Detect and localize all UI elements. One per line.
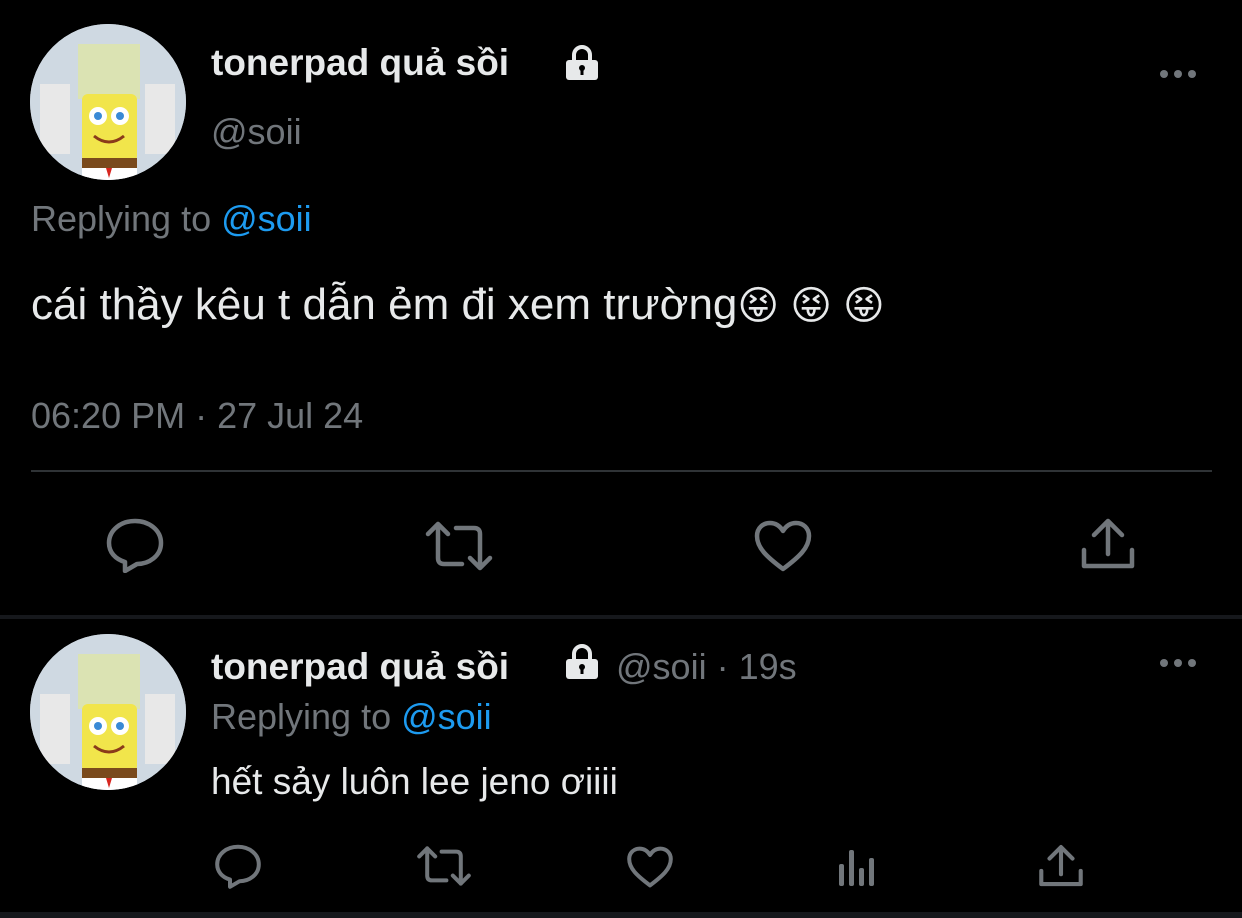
replying-to: Replying to @soii bbox=[31, 198, 312, 240]
display-name[interactable]: tonerpad quả sồi bbox=[211, 42, 509, 84]
retweet-icon[interactable] bbox=[424, 520, 494, 572]
share-icon[interactable] bbox=[1038, 843, 1084, 889]
more-icon[interactable] bbox=[1158, 655, 1198, 671]
tweet-text: cái thầy kêu t dẫn ẻm đi xem trường😝 😝 😝 bbox=[31, 280, 885, 330]
heart-icon[interactable] bbox=[626, 845, 674, 889]
bottom-divider bbox=[0, 912, 1242, 918]
display-name[interactable]: tonerpad quả sồi bbox=[211, 646, 509, 688]
avatar[interactable] bbox=[30, 24, 186, 180]
retweet-icon[interactable] bbox=[416, 845, 472, 887]
handle[interactable]: @soii bbox=[616, 646, 707, 687]
lock-icon bbox=[562, 45, 602, 81]
heart-icon[interactable] bbox=[753, 519, 813, 573]
divider bbox=[31, 470, 1212, 472]
tweet-text-body: cái thầy kêu t dẫn ẻm đi xem trường bbox=[31, 280, 738, 329]
handle[interactable]: @soii bbox=[211, 111, 302, 153]
more-icon[interactable] bbox=[1158, 66, 1198, 82]
tweet-emojis: 😝 😝 😝 bbox=[737, 284, 885, 328]
reply-icon[interactable] bbox=[105, 517, 165, 573]
replying-handle-link[interactable]: @soii bbox=[401, 696, 492, 737]
meta-separator: · bbox=[706, 646, 739, 687]
replying-prefix: Replying to bbox=[211, 696, 402, 737]
reply-text: hết sảy luôn lee jeno ơiiii bbox=[211, 761, 618, 802]
avatar[interactable] bbox=[30, 634, 186, 790]
handle-meta: @soii · 19s bbox=[616, 646, 797, 688]
replying-to: Replying to @soii bbox=[211, 696, 492, 738]
replying-handle-link[interactable]: @soii bbox=[221, 198, 312, 239]
replying-prefix: Replying to bbox=[31, 198, 222, 239]
section-divider bbox=[0, 615, 1242, 619]
reply-icon[interactable] bbox=[214, 843, 262, 889]
timestamp[interactable]: 06:20 PM · 27 Jul 24 bbox=[31, 395, 363, 437]
lock-icon bbox=[562, 644, 602, 680]
time-ago[interactable]: 19s bbox=[739, 646, 797, 687]
views-icon[interactable] bbox=[835, 846, 879, 888]
share-icon[interactable] bbox=[1080, 516, 1136, 572]
